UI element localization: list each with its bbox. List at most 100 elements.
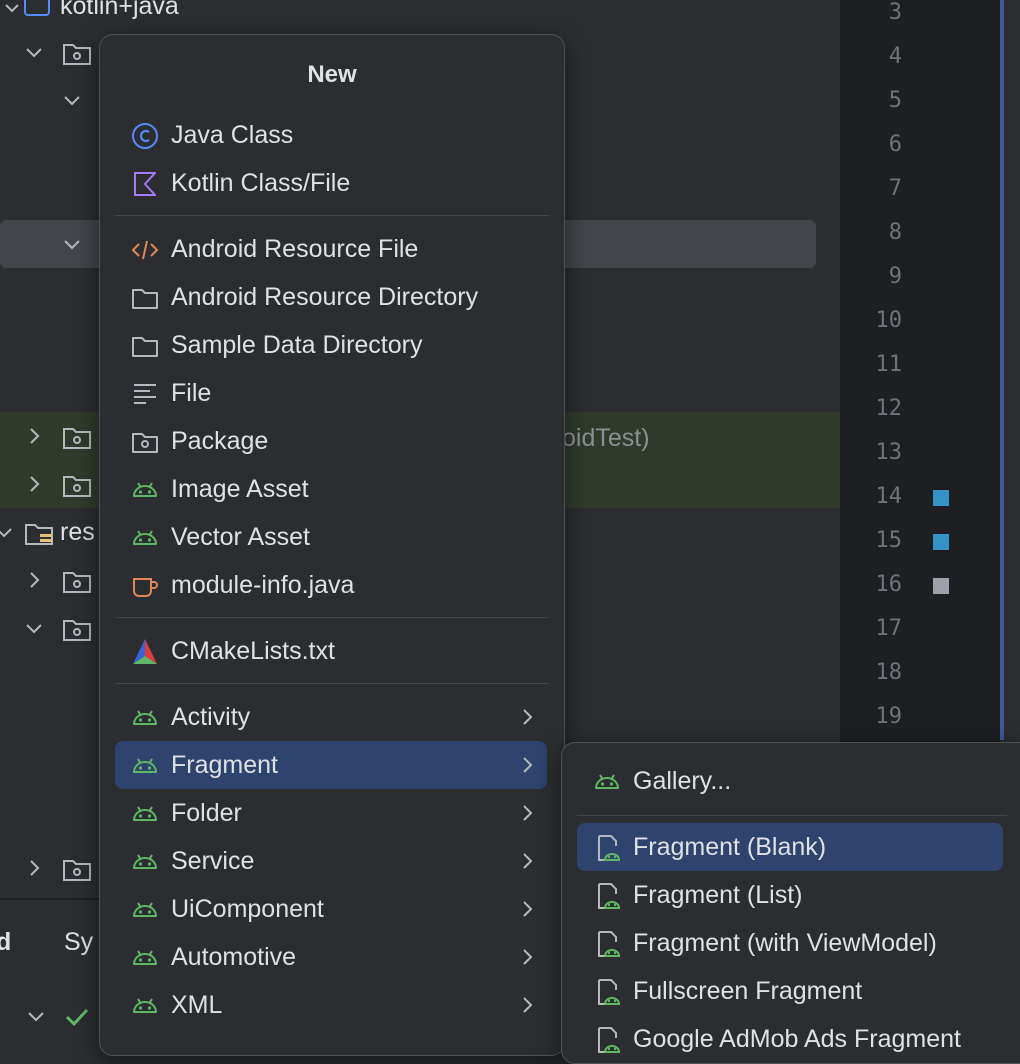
chevron-down-icon[interactable] <box>62 234 82 254</box>
chevron-right-icon[interactable] <box>24 426 44 446</box>
line-number: 8 <box>888 220 902 245</box>
line-number: 11 <box>875 352 903 377</box>
menu-item-cmakelists-txt[interactable]: CMakeLists.txt <box>115 627 547 675</box>
android-icon <box>131 704 159 732</box>
change-marker[interactable] <box>933 534 949 550</box>
chevron-down-icon[interactable] <box>0 522 14 542</box>
package-folder-icon <box>62 568 92 594</box>
package-folder-icon <box>62 424 92 450</box>
menu-item-label: Activity <box>171 703 251 731</box>
menu-item-service[interactable]: Service <box>115 837 547 885</box>
android-icon <box>131 944 159 972</box>
menu-item-label: Fullscreen Fragment <box>633 977 863 1005</box>
tree-android-test-label: oidTest) <box>562 424 650 452</box>
menu-item-sample-data-directory[interactable]: Sample Data Directory <box>115 321 547 369</box>
menu-item-label: Fragment <box>171 751 278 779</box>
menu-separator <box>115 683 549 684</box>
menu-item-label: Fragment (Blank) <box>633 833 827 861</box>
menu-item-android-resource-directory[interactable]: Android Resource Directory <box>115 273 547 321</box>
line-number: 17 <box>875 616 903 641</box>
android-icon <box>131 992 159 1020</box>
menu-item-package[interactable]: Package <box>115 417 547 465</box>
chevron-right-icon <box>517 803 537 823</box>
line-number: 19 <box>875 704 903 729</box>
change-marker[interactable] <box>933 578 949 594</box>
package-folder-icon <box>62 616 92 642</box>
menu-item-label: File <box>171 379 212 407</box>
chevron-right-icon[interactable] <box>24 474 44 494</box>
menu-item-label: Sample Data Directory <box>171 331 423 359</box>
menu-item-activity[interactable]: Activity <box>115 693 547 741</box>
menu-item-label: Fragment (with ViewModel) <box>633 929 937 957</box>
folder-icon <box>131 332 159 360</box>
menu-item-fullscreen-fragment[interactable]: Fullscreen Fragment <box>577 967 1003 1015</box>
package-folder-icon <box>62 856 92 882</box>
check-icon <box>64 1004 90 1030</box>
chevron-down-icon[interactable] <box>2 0 22 18</box>
android-icon <box>131 800 159 828</box>
menu-separator <box>115 215 549 216</box>
fragment-template-icon <box>593 930 621 958</box>
menu-item-label: Kotlin Class/File <box>171 169 351 197</box>
menu-item-automotive[interactable]: Automotive <box>115 933 547 981</box>
fragment-template-icon <box>593 1026 621 1054</box>
menu-item-image-asset[interactable]: Image Asset <box>115 465 547 513</box>
menu-title: New <box>307 61 357 88</box>
fragment-template-icon <box>593 834 621 862</box>
line-number: 7 <box>888 176 902 201</box>
module-folder-icon <box>24 0 50 16</box>
sync-tab-label[interactable]: Sy <box>64 928 93 957</box>
line-number: 6 <box>888 132 902 157</box>
text-file-icon <box>131 380 159 408</box>
chevron-down-icon[interactable] <box>24 618 44 638</box>
menu-item-fragment[interactable]: Fragment <box>115 741 547 789</box>
chevron-down-icon[interactable] <box>26 1006 46 1026</box>
menu-item-fragment-blank[interactable]: Fragment (Blank) <box>577 823 1003 871</box>
android-icon <box>131 524 159 552</box>
chevron-right-icon <box>517 995 537 1015</box>
change-marker[interactable] <box>933 490 949 506</box>
menu-item-module-info-java[interactable]: module-info.java <box>115 561 547 609</box>
menu-item-vector-asset[interactable]: Vector Asset <box>115 513 547 561</box>
android-icon <box>131 752 159 780</box>
menu-item-label: Fragment (List) <box>633 881 803 909</box>
line-number: 18 <box>875 660 903 685</box>
menu-item-file[interactable]: File <box>115 369 547 417</box>
menu-item-label: Android Resource Directory <box>171 283 479 311</box>
chevron-down-icon[interactable] <box>62 90 82 110</box>
menu-item-google-admob-ads-fragment[interactable]: Google AdMob Ads Fragment <box>577 1015 1003 1063</box>
cmake-icon <box>131 638 159 666</box>
chevron-right-icon[interactable] <box>24 570 44 590</box>
chevron-right-icon <box>517 755 537 775</box>
chevron-down-icon[interactable] <box>24 42 44 62</box>
menu-item-java-class[interactable]: Java Class <box>115 111 547 159</box>
menu-item-gallery[interactable]: Gallery... <box>577 757 1003 805</box>
line-number: 15 <box>875 528 903 553</box>
line-number: 4 <box>888 44 902 69</box>
menu-item-kotlin-class-file[interactable]: Kotlin Class/File <box>115 159 547 207</box>
new-popup-menu: New Java Class Kotlin Class/File Android R… <box>99 34 565 1056</box>
chevron-right-icon[interactable] <box>24 858 44 878</box>
package-icon <box>131 428 159 456</box>
kotlin-icon <box>131 170 159 198</box>
menu-item-label: Gallery... <box>633 767 732 795</box>
line-number: 12 <box>875 396 903 421</box>
chevron-right-icon <box>517 899 537 919</box>
menu-item-folder[interactable]: Folder <box>115 789 547 837</box>
menu-item-label: CMakeLists.txt <box>171 637 335 665</box>
android-icon <box>131 848 159 876</box>
menu-item-label: Android Resource File <box>171 235 419 263</box>
menu-item-fragment-list[interactable]: Fragment (List) <box>577 871 1003 919</box>
menu-item-android-resource-file[interactable]: Android Resource File <box>115 225 547 273</box>
menu-item-xml[interactable]: XML <box>115 981 547 1029</box>
menu-item-uicomponent[interactable]: UiComponent <box>115 885 547 933</box>
chevron-right-icon <box>517 851 537 871</box>
tool-tab-label[interactable]: d <box>0 928 11 957</box>
xml-code-icon <box>131 236 159 264</box>
menu-item-label: Automotive <box>171 943 297 971</box>
line-number: 14 <box>875 484 903 509</box>
menu-item-label: Vector Asset <box>171 523 310 551</box>
line-number: 10 <box>875 308 903 333</box>
menu-item-label: Image Asset <box>171 475 309 503</box>
menu-item-fragment-with-viewmodel[interactable]: Fragment (with ViewModel) <box>577 919 1003 967</box>
